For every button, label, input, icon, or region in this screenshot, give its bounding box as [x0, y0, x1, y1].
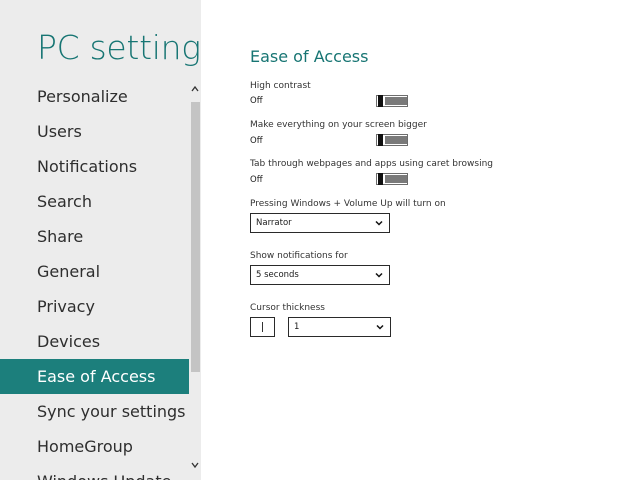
cursor-thickness-dropdown[interactable]: 1: [288, 317, 391, 337]
caret-browsing-label: Tab through webpages and apps using care…: [250, 159, 493, 169]
chevron-up-icon[interactable]: [189, 84, 201, 98]
settings-content: Ease of Access High contrast Off Make ev…: [201, 0, 640, 480]
bigger-screen-state: Off: [250, 136, 263, 146]
settings-nav-pane: PC settings Personalize Users Notificati…: [0, 0, 201, 480]
high-contrast-state: Off: [250, 96, 263, 106]
nav-item-privacy[interactable]: Privacy: [0, 289, 189, 324]
section-heading: Ease of Access: [250, 47, 369, 66]
toggle-track: [385, 97, 407, 105]
dropdown-value: 1: [294, 322, 300, 332]
bigger-screen-label: Make everything on your screen bigger: [250, 120, 427, 130]
bigger-screen-toggle[interactable]: [376, 134, 408, 146]
nav-item-sync-your-settings[interactable]: Sync your settings: [0, 394, 189, 429]
dropdown-value: 5 seconds: [256, 270, 299, 280]
high-contrast-label: High contrast: [250, 81, 311, 91]
toggle-track: [385, 175, 407, 183]
chevron-down-icon: [375, 272, 383, 278]
windows-volume-label: Pressing Windows + Volume Up will turn o…: [250, 199, 446, 209]
high-contrast-toggle[interactable]: [376, 95, 408, 107]
caret-browsing-toggle[interactable]: [376, 173, 408, 185]
dropdown-value: Narrator: [256, 218, 292, 228]
nav-item-homegroup[interactable]: HomeGroup: [0, 429, 189, 464]
toggle-knob: [378, 173, 383, 185]
scroll-track[interactable]: [190, 102, 200, 454]
nav-item-notifications[interactable]: Notifications: [0, 149, 189, 184]
caret-browsing-state: Off: [250, 175, 263, 185]
chevron-down-icon: [376, 324, 384, 330]
nav-item-ease-of-access[interactable]: Ease of Access: [0, 359, 189, 394]
chevron-down-icon: [375, 220, 383, 226]
cursor-thickness-preview: [250, 317, 275, 337]
cursor-thickness-label: Cursor thickness: [250, 303, 325, 313]
page-title: PC settings: [37, 28, 201, 67]
cursor-preview-caret: [262, 322, 263, 332]
scroll-thumb[interactable]: [191, 102, 200, 372]
chevron-down-icon[interactable]: [189, 460, 201, 474]
toggle-knob: [378, 134, 383, 146]
notifications-duration-dropdown[interactable]: 5 seconds: [250, 265, 390, 285]
nav-scrollbar[interactable]: [189, 80, 201, 480]
toggle-knob: [378, 95, 383, 107]
toggle-track: [385, 136, 407, 144]
nav-item-users[interactable]: Users: [0, 114, 189, 149]
nav-item-personalize[interactable]: Personalize: [0, 79, 189, 114]
nav-item-windows-update[interactable]: Windows Update: [0, 464, 189, 480]
notifications-duration-label: Show notifications for: [250, 251, 348, 261]
nav-item-search[interactable]: Search: [0, 184, 189, 219]
nav-item-general[interactable]: General: [0, 254, 189, 289]
nav-item-devices[interactable]: Devices: [0, 324, 189, 359]
nav-item-share[interactable]: Share: [0, 219, 189, 254]
windows-volume-dropdown[interactable]: Narrator: [250, 213, 390, 233]
